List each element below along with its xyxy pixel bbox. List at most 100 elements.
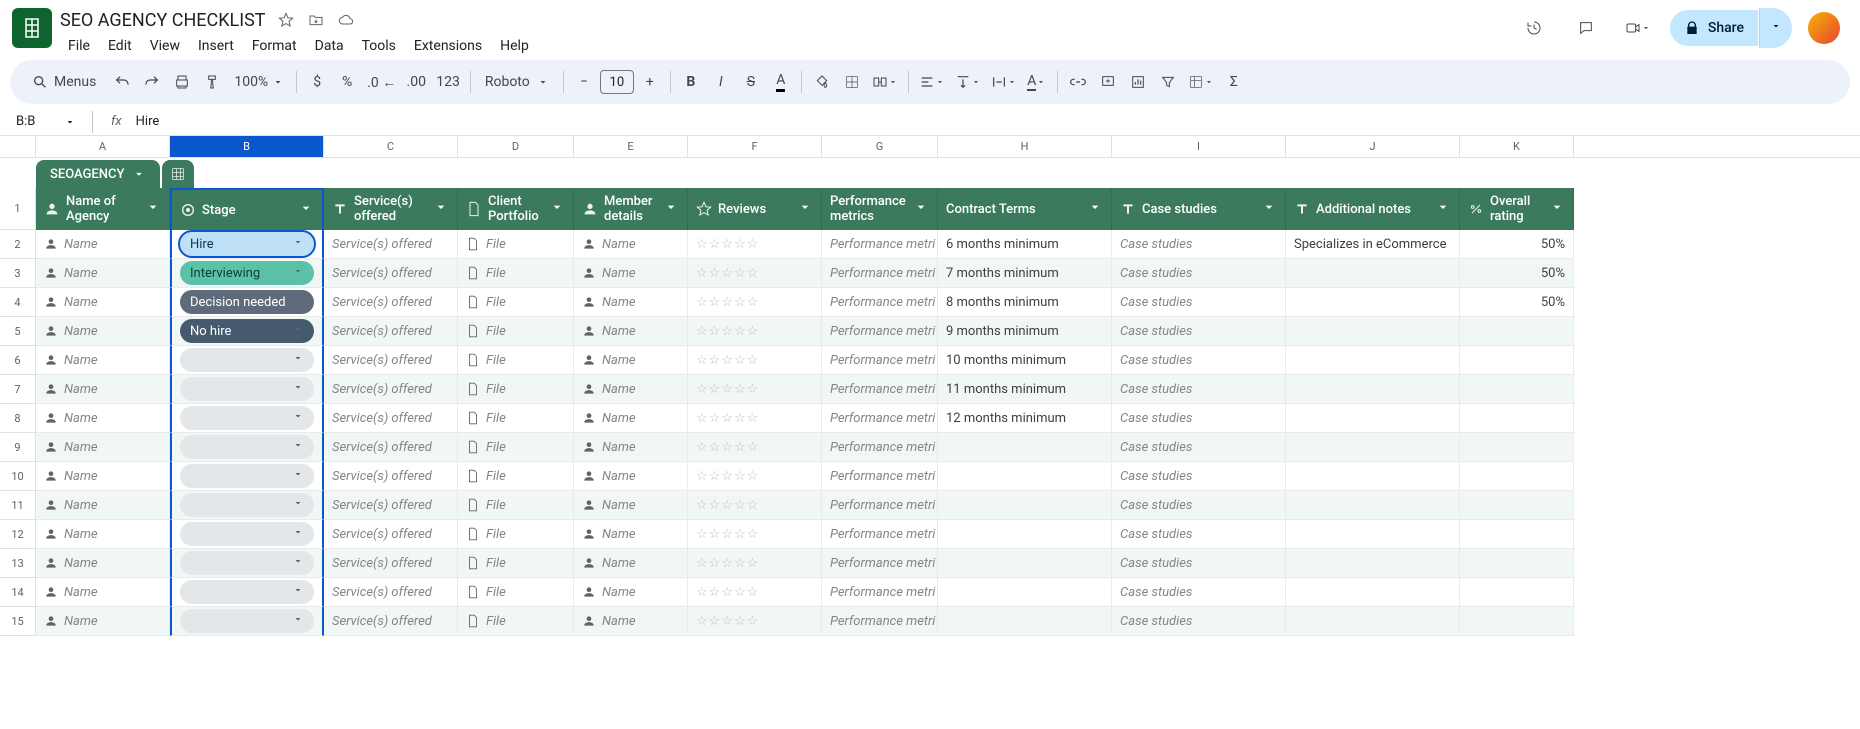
cell-rating[interactable] (1460, 404, 1574, 433)
menu-view[interactable]: View (142, 34, 188, 58)
cell-portfolio[interactable]: File (458, 607, 574, 636)
cell-perf[interactable]: Performance metri (822, 607, 938, 636)
cell-reviews[interactable]: ☆☆☆☆☆ (688, 520, 822, 549)
cell-services[interactable]: Service(s) offered (324, 607, 458, 636)
cell-portfolio[interactable]: File (458, 404, 574, 433)
search-menus[interactable]: Menus (22, 68, 106, 96)
star-rating[interactable]: ☆☆☆☆☆ (696, 353, 759, 368)
col-header-notes[interactable]: Additional notes (1286, 188, 1460, 230)
cell-member[interactable]: Name (574, 259, 688, 288)
stage-pill[interactable] (180, 580, 314, 604)
cell-reviews[interactable]: ☆☆☆☆☆ (688, 317, 822, 346)
cell-services[interactable]: Service(s) offered (324, 230, 458, 259)
cell-contract[interactable]: 7 months minimum (938, 259, 1112, 288)
cell-name[interactable]: Name (36, 607, 170, 636)
stage-pill[interactable] (180, 348, 314, 372)
cell-contract[interactable] (938, 520, 1112, 549)
cell-perf[interactable]: Performance metri (822, 346, 938, 375)
paint-format-button[interactable] (198, 67, 226, 97)
cell-services[interactable]: Service(s) offered (324, 462, 458, 491)
cell-rating[interactable] (1460, 578, 1574, 607)
col-header-rating[interactable]: Overall rating (1460, 188, 1574, 230)
select-all-corner[interactable] (0, 136, 36, 157)
cell-member[interactable]: Name (574, 433, 688, 462)
bold-button[interactable]: B (677, 67, 705, 97)
row-header[interactable]: 14 (0, 578, 36, 607)
cell-cases[interactable]: Case studies (1112, 549, 1286, 578)
cell-cases[interactable]: Case studies (1112, 346, 1286, 375)
percent-button[interactable]: % (333, 67, 361, 97)
cell-reviews[interactable]: ☆☆☆☆☆ (688, 259, 822, 288)
star-rating[interactable]: ☆☆☆☆☆ (696, 614, 759, 629)
cell-services[interactable]: Service(s) offered (324, 578, 458, 607)
filter-button[interactable] (1154, 67, 1182, 97)
cell-stage[interactable] (170, 346, 324, 375)
cell-notes[interactable] (1286, 288, 1460, 317)
row-header[interactable]: 6 (0, 346, 36, 375)
row-header[interactable]: 10 (0, 462, 36, 491)
col-letter-H[interactable]: H (938, 136, 1112, 157)
cell-portfolio[interactable]: File (458, 491, 574, 520)
functions-button[interactable]: Σ (1220, 67, 1248, 97)
menu-tools[interactable]: Tools (354, 34, 404, 58)
cell-cases[interactable]: Case studies (1112, 375, 1286, 404)
cell-stage[interactable] (170, 520, 324, 549)
star-rating[interactable]: ☆☆☆☆☆ (696, 382, 759, 397)
halign-button[interactable] (915, 67, 949, 97)
row-header[interactable]: 13 (0, 549, 36, 578)
col-header-reviews[interactable]: Reviews (688, 188, 822, 230)
stage-pill[interactable]: Interviewing (180, 261, 314, 285)
cell-notes[interactable] (1286, 433, 1460, 462)
italic-button[interactable]: I (707, 67, 735, 97)
cell-portfolio[interactable]: File (458, 578, 574, 607)
cell-reviews[interactable]: ☆☆☆☆☆ (688, 607, 822, 636)
stage-pill[interactable] (180, 493, 314, 517)
share-dropdown[interactable] (1759, 8, 1792, 48)
cloud-status-icon[interactable] (336, 10, 356, 30)
fontsize-input[interactable]: 10 (600, 70, 634, 94)
stage-pill[interactable] (180, 377, 314, 401)
star-rating[interactable]: ☆☆☆☆☆ (696, 498, 759, 513)
sheets-app-icon[interactable] (12, 8, 52, 48)
cell-contract[interactable]: 6 months minimum (938, 230, 1112, 259)
cell-contract[interactable]: 10 months minimum (938, 346, 1112, 375)
row-header[interactable]: 8 (0, 404, 36, 433)
cell-contract[interactable] (938, 491, 1112, 520)
cell-services[interactable]: Service(s) offered (324, 491, 458, 520)
cell-rating[interactable] (1460, 346, 1574, 375)
menu-help[interactable]: Help (492, 34, 537, 58)
cell-cases[interactable]: Case studies (1112, 520, 1286, 549)
col-letter-E[interactable]: E (574, 136, 688, 157)
col-letter-K[interactable]: K (1460, 136, 1574, 157)
cell-portfolio[interactable]: File (458, 375, 574, 404)
cell-perf[interactable]: Performance metri (822, 462, 938, 491)
print-button[interactable] (168, 67, 196, 97)
cell-contract[interactable]: 8 months minimum (938, 288, 1112, 317)
cell-stage[interactable] (170, 491, 324, 520)
cell-contract[interactable] (938, 549, 1112, 578)
cell-cases[interactable]: Case studies (1112, 404, 1286, 433)
cell-name[interactable]: Name (36, 346, 170, 375)
stage-pill[interactable] (180, 609, 314, 633)
stage-pill[interactable]: Hire (180, 232, 314, 256)
menu-file[interactable]: File (60, 34, 98, 58)
cell-name[interactable]: Name (36, 578, 170, 607)
cell-contract[interactable] (938, 578, 1112, 607)
cell-notes[interactable] (1286, 375, 1460, 404)
cell-name[interactable]: Name (36, 433, 170, 462)
row-header[interactable]: 5 (0, 317, 36, 346)
cell-reviews[interactable]: ☆☆☆☆☆ (688, 578, 822, 607)
cell-perf[interactable]: Performance metri (822, 317, 938, 346)
cell-cases[interactable]: Case studies (1112, 288, 1286, 317)
rotate-button[interactable]: A (1023, 67, 1051, 97)
decrease-fontsize-button[interactable]: − (570, 67, 598, 97)
cell-stage[interactable]: No hire (170, 317, 324, 346)
cell-contract[interactable] (938, 433, 1112, 462)
cell-name[interactable]: Name (36, 462, 170, 491)
cell-cases[interactable]: Case studies (1112, 317, 1286, 346)
cell-cases[interactable]: Case studies (1112, 462, 1286, 491)
comments-icon[interactable] (1566, 8, 1606, 48)
star-rating[interactable]: ☆☆☆☆☆ (696, 556, 759, 571)
cell-stage[interactable] (170, 607, 324, 636)
meet-icon[interactable] (1618, 8, 1658, 48)
